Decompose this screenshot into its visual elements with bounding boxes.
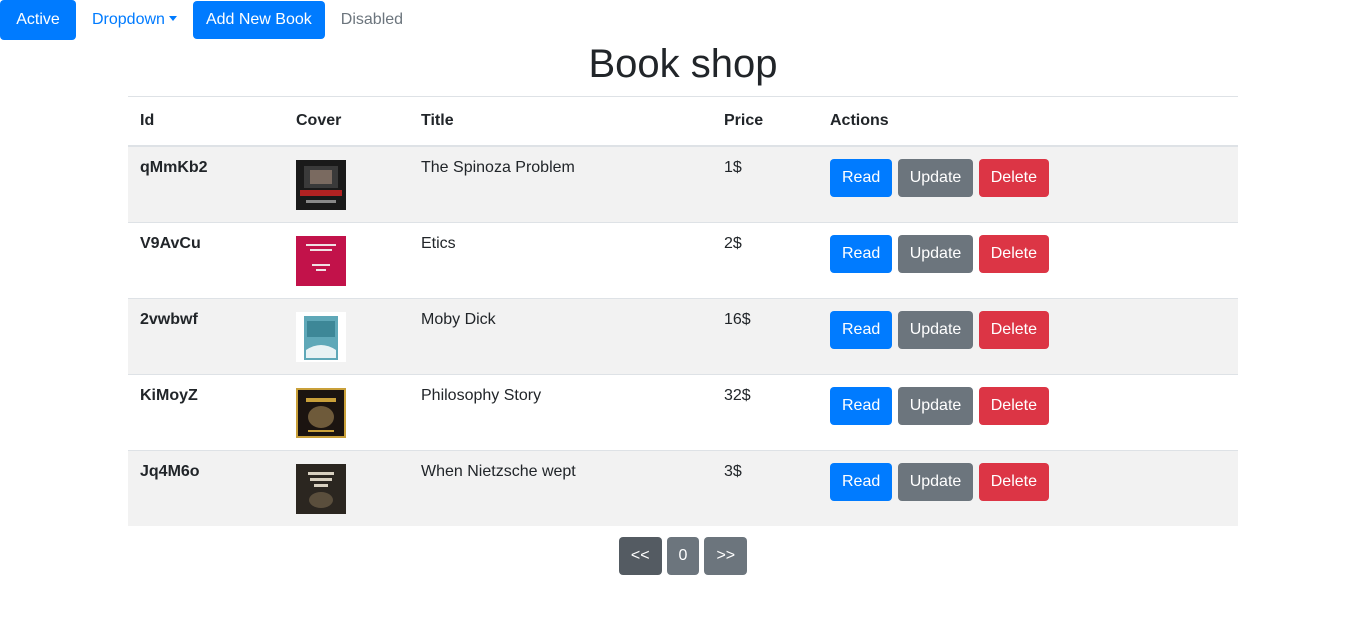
nav-dropdown[interactable]: Dropdown — [76, 0, 193, 40]
read-button[interactable]: Read — [830, 310, 893, 349]
table-row: V9AvCu Etics 2$ Read Update Delete — [128, 221, 1238, 298]
delete-button[interactable]: Delete — [978, 462, 1049, 501]
book-id: 2vwbwf — [128, 297, 284, 374]
nav-disabled: Disabled — [340, 11, 404, 28]
row-actions: Read Update Delete — [818, 221, 1238, 298]
row-actions: Read Update Delete — [818, 145, 1238, 222]
delete-button[interactable]: Delete — [978, 386, 1049, 425]
table-row: Jq4M6o When Nietzsche wept 3$ Read Updat… — [128, 449, 1238, 526]
book-cover-image — [296, 463, 346, 514]
cover-cell — [284, 449, 409, 526]
book-cover-image — [296, 159, 346, 210]
delete-button[interactable]: Delete — [978, 158, 1049, 197]
update-button[interactable]: Update — [897, 386, 974, 425]
book-title: When Nietzsche wept — [409, 449, 712, 526]
read-button[interactable]: Read — [830, 158, 893, 197]
delete-button[interactable]: Delete — [978, 310, 1049, 349]
book-title: Moby Dick — [409, 297, 712, 374]
next-page-button[interactable]: >> — [704, 537, 748, 575]
top-nav: Active Dropdown Add New Book Disabled — [0, 0, 419, 40]
table-body: qMmKb2 The Spinoza Problem 1$ Read Updat… — [128, 145, 1238, 526]
cover-cell — [284, 373, 409, 450]
page-title: Book shop — [588, 42, 778, 86]
table-header-row: Id Cover Title Price Actions — [128, 96, 1238, 147]
table-row: 2vwbwf Moby Dick 16$ Read Update Delete — [128, 297, 1238, 374]
row-actions: Read Update Delete — [818, 449, 1238, 526]
books-table-container: Id Cover Title Price Actions qMmKb2 The … — [128, 96, 1238, 526]
books-table: Id Cover Title Price Actions qMmKb2 The … — [128, 96, 1238, 526]
book-title: The Spinoza Problem — [409, 145, 712, 222]
add-new-book-button[interactable]: Add New Book — [192, 1, 325, 39]
book-title: Philosophy Story — [409, 373, 712, 450]
book-id: V9AvCu — [128, 221, 284, 298]
cover-cell — [284, 145, 409, 222]
table-row: KiMoyZ Philosophy Story 32$ Read Update — [128, 373, 1238, 450]
read-button[interactable]: Read — [830, 462, 893, 501]
update-button[interactable]: Update — [897, 158, 974, 197]
book-price: 1$ — [712, 145, 818, 222]
update-button[interactable]: Update — [897, 310, 974, 349]
cover-cell — [284, 221, 409, 298]
book-price: 2$ — [712, 221, 818, 298]
book-id: qMmKb2 — [128, 145, 284, 222]
delete-button[interactable]: Delete — [978, 234, 1049, 273]
header-title: Title — [409, 96, 712, 147]
row-actions: Read Update Delete — [818, 373, 1238, 450]
update-button[interactable]: Update — [897, 462, 974, 501]
nav-dropdown-label: Dropdown — [92, 11, 165, 28]
nav-active[interactable]: Active — [0, 0, 76, 40]
book-id: KiMoyZ — [128, 373, 284, 450]
book-cover-image — [296, 387, 346, 438]
cover-cell — [284, 297, 409, 374]
book-price: 16$ — [712, 297, 818, 374]
update-button[interactable]: Update — [897, 234, 974, 273]
book-cover-image — [296, 311, 346, 362]
book-id: Jq4M6o — [128, 449, 284, 526]
header-actions: Actions — [818, 96, 1238, 147]
pagination: << 0 >> — [0, 537, 1366, 575]
prev-page-button[interactable]: << — [618, 537, 662, 575]
row-actions: Read Update Delete — [818, 297, 1238, 374]
book-price: 32$ — [712, 373, 818, 450]
chevron-down-icon — [168, 16, 177, 21]
current-page-button[interactable]: 0 — [666, 537, 700, 575]
book-price: 3$ — [712, 449, 818, 526]
read-button[interactable]: Read — [830, 234, 893, 273]
read-button[interactable]: Read — [830, 386, 893, 425]
header-id: Id — [128, 96, 284, 147]
header-cover: Cover — [284, 96, 409, 147]
book-cover-image — [296, 235, 346, 286]
book-title: Etics — [409, 221, 712, 298]
header-price: Price — [712, 96, 818, 147]
table-row: qMmKb2 The Spinoza Problem 1$ Read Updat… — [128, 145, 1238, 222]
